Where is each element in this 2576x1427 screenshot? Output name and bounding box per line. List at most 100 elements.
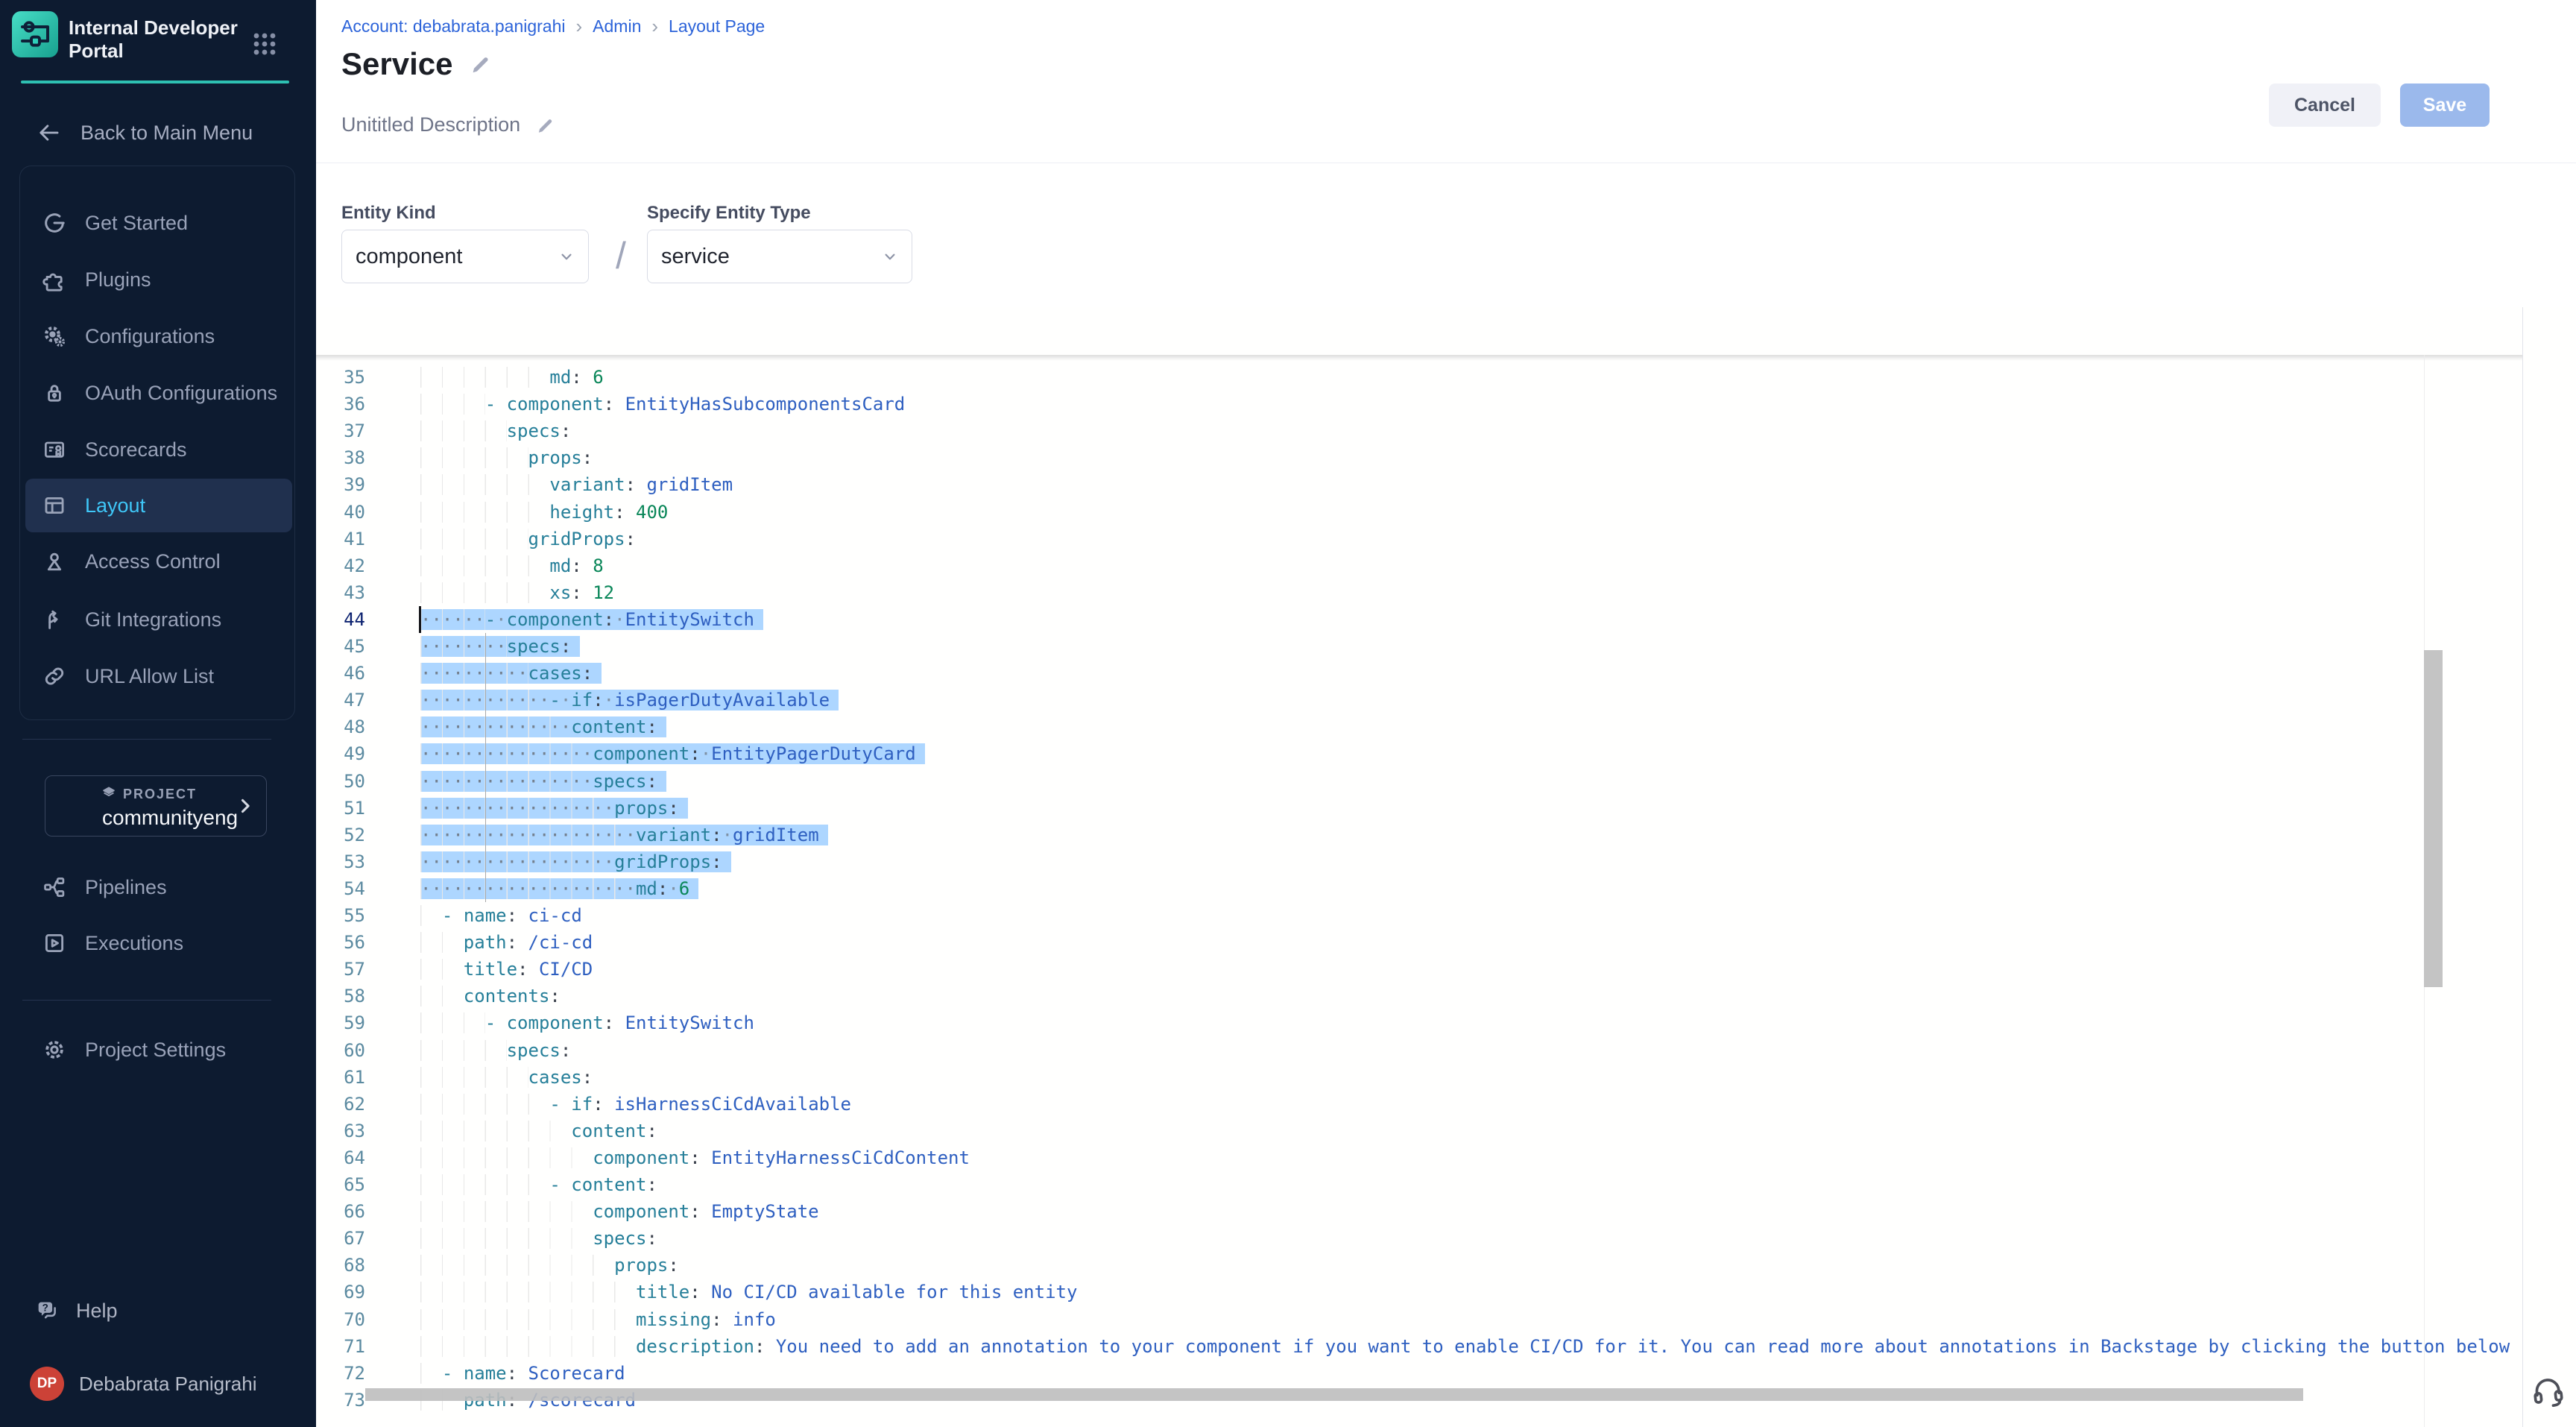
breadcrumb-account-link[interactable]: Account: debabrata.panigrahi — [341, 16, 566, 37]
vertical-scrollbar-thumb[interactable] — [2424, 650, 2443, 987]
code-line-70[interactable]: 70 missing: info — [316, 1306, 2522, 1334]
line-number: 54 — [316, 875, 365, 902]
code-line-55[interactable]: 55 - name: ci-cd — [316, 902, 2522, 930]
entity-kind-dropdown[interactable]: component — [341, 230, 589, 283]
code-line-64[interactable]: 64 component: EntityHarnessCiCdContent — [316, 1144, 2522, 1172]
sidebar-item-oauth-configurations[interactable]: OAuth Configurations — [25, 366, 292, 420]
help-label: Help — [76, 1300, 118, 1323]
user-name: Debabrata Panigrahi — [79, 1373, 257, 1396]
breadcrumb-admin-link[interactable]: Admin — [593, 16, 641, 37]
code-line-50[interactable]: 50················specs: — [316, 768, 2522, 796]
project-name: communityeng — [102, 806, 238, 830]
sidebar-item-scorecards[interactable]: Scorecards — [25, 423, 292, 476]
text-cursor — [419, 606, 421, 633]
user-menu[interactable]: DP Debabrata Panigrahi — [22, 1357, 306, 1411]
line-number: 67 — [316, 1225, 365, 1252]
line-number: 53 — [316, 848, 365, 875]
sidebar-item-label: Project Settings — [85, 1039, 226, 1062]
sidebar-item-git-integrations[interactable]: Git Integrations — [25, 593, 292, 646]
app-grid-icon[interactable] — [252, 31, 277, 57]
save-button[interactable]: Save — [2400, 84, 2490, 127]
code-line-43[interactable]: 43 xs: 12 — [316, 579, 2522, 607]
sidebar-item-configurations[interactable]: Configurations — [25, 309, 292, 363]
code-line-67[interactable]: 67 specs: — [316, 1225, 2522, 1253]
line-number: 37 — [316, 418, 365, 444]
sidebar-item-label: Executions — [85, 932, 183, 955]
sidebar-item-project-settings[interactable]: Project Settings — [25, 1023, 292, 1077]
code-line-45[interactable]: 45········specs: — [316, 633, 2522, 661]
sidebar-item-get-started[interactable]: Get Started — [25, 196, 292, 250]
code-line-71[interactable]: 71 description: You need to add an annot… — [316, 1333, 2522, 1361]
line-number: 72 — [316, 1360, 365, 1387]
horizontal-scrollbar-thumb[interactable] — [365, 1388, 2303, 1401]
support-headset-icon[interactable] — [2526, 1368, 2569, 1411]
configurations-icon — [40, 322, 69, 350]
code-line-68[interactable]: 68 props: — [316, 1252, 2522, 1279]
code-line-72[interactable]: 72 - name: Scorecard — [316, 1360, 2522, 1387]
line-number: 48 — [316, 714, 365, 740]
code-line-57[interactable]: 57 title: CI/CD — [316, 956, 2522, 983]
brand-title: Internal Developer Portal — [69, 16, 244, 63]
code-line-56[interactable]: 56 path: /ci-cd — [316, 929, 2522, 957]
code-line-54[interactable]: 54····················md:·6 — [316, 875, 2522, 903]
code-line-52[interactable]: 52····················variant:·gridItem — [316, 822, 2522, 849]
link-icon — [40, 662, 69, 690]
sidebar-item-layout[interactable]: Layout — [25, 479, 292, 532]
project-selector[interactable]: PROJECT communityeng — [45, 775, 267, 837]
code-line-42[interactable]: 42 md: 8 — [316, 552, 2522, 580]
code-line-46[interactable]: 46··········cases: — [316, 660, 2522, 687]
page-description: Unititled Description — [341, 113, 520, 136]
person-icon — [40, 547, 69, 576]
code-line-63[interactable]: 63 content: — [316, 1118, 2522, 1145]
line-number: 36 — [316, 391, 365, 418]
code-line-51[interactable]: 51··················props: — [316, 795, 2522, 822]
sidebar-item-label: Get Started — [85, 212, 188, 235]
code-line-58[interactable]: 58 contents: — [316, 983, 2522, 1010]
help-button[interactable]: ? Help — [22, 1284, 294, 1338]
code-line-38[interactable]: 38 props: — [316, 444, 2522, 472]
sidebar-item-executions[interactable]: Executions — [25, 916, 292, 970]
entity-type-dropdown[interactable]: service — [647, 230, 912, 283]
back-to-main-menu-label: Back to Main Menu — [80, 122, 253, 145]
sidebar-item-pipelines[interactable]: Pipelines — [25, 860, 292, 914]
sidebar-item-label: Access Control — [85, 550, 221, 573]
entity-type-label: Specify Entity Type — [647, 203, 811, 224]
sidebar-item-url-allow-list[interactable]: URL Allow List — [25, 649, 292, 703]
code-line-65[interactable]: 65 - content: — [316, 1171, 2522, 1199]
sidebar-item-access-control[interactable]: Access Control — [25, 535, 292, 588]
code-line-44[interactable]: 44······-·component:·EntitySwitch — [316, 606, 2522, 634]
sidebar-item-label: Scorecards — [85, 438, 187, 462]
edit-description-pencil-icon[interactable] — [535, 116, 555, 135]
edit-title-pencil-icon[interactable] — [469, 53, 491, 75]
code-line-36[interactable]: 36 - component: EntityHasSubcomponentsCa… — [316, 391, 2522, 418]
code-line-66[interactable]: 66 component: EmptyState — [316, 1198, 2522, 1226]
layout-icon — [40, 491, 69, 520]
code-line-60[interactable]: 60 specs: — [316, 1037, 2522, 1065]
yaml-layout-editor[interactable]: 35 md: 636 - component: EntityHasSubcomp… — [316, 307, 2576, 1427]
code-line-59[interactable]: 59 - component: EntitySwitch — [316, 1009, 2522, 1037]
code-line-35[interactable]: 35 md: 6 — [316, 364, 2522, 391]
code-line-48[interactable]: 48··············content: — [316, 714, 2522, 741]
line-number: 43 — [316, 579, 365, 606]
line-number: 59 — [316, 1009, 365, 1036]
code-line-39[interactable]: 39 variant: gridItem — [316, 471, 2522, 499]
sidebar-item-label: OAuth Configurations — [85, 382, 277, 405]
code-line-40[interactable]: 40 height: 400 — [316, 499, 2522, 526]
back-to-main-menu-button[interactable]: Back to Main Menu — [22, 109, 294, 157]
sidebar-item-plugins[interactable]: Plugins — [25, 253, 292, 306]
editor-scroll-shadow — [316, 355, 2522, 361]
code-line-62[interactable]: 62 - if: isHarnessCiCdAvailable — [316, 1091, 2522, 1118]
code-line-61[interactable]: 61 cases: — [316, 1064, 2522, 1091]
breadcrumb-layout-page-link[interactable]: Layout Page — [669, 16, 765, 37]
cancel-button[interactable]: Cancel — [2269, 84, 2381, 127]
code-line-47[interactable]: 47············-·if:·isPagerDutyAvailable — [316, 687, 2522, 714]
code-line-53[interactable]: 53··················gridProps: — [316, 848, 2522, 876]
gear-icon — [40, 1036, 69, 1064]
code-line-41[interactable]: 41 gridProps: — [316, 526, 2522, 553]
code-line-37[interactable]: 37 specs: — [316, 418, 2522, 445]
code-line-69[interactable]: 69 title: No CI/CD available for this en… — [316, 1279, 2522, 1306]
chevron-right-icon — [235, 796, 256, 816]
scorecard-icon — [40, 435, 69, 464]
idp-logo-icon[interactable] — [12, 11, 58, 57]
code-line-49[interactable]: 49················component:·EntityPager… — [316, 740, 2522, 768]
